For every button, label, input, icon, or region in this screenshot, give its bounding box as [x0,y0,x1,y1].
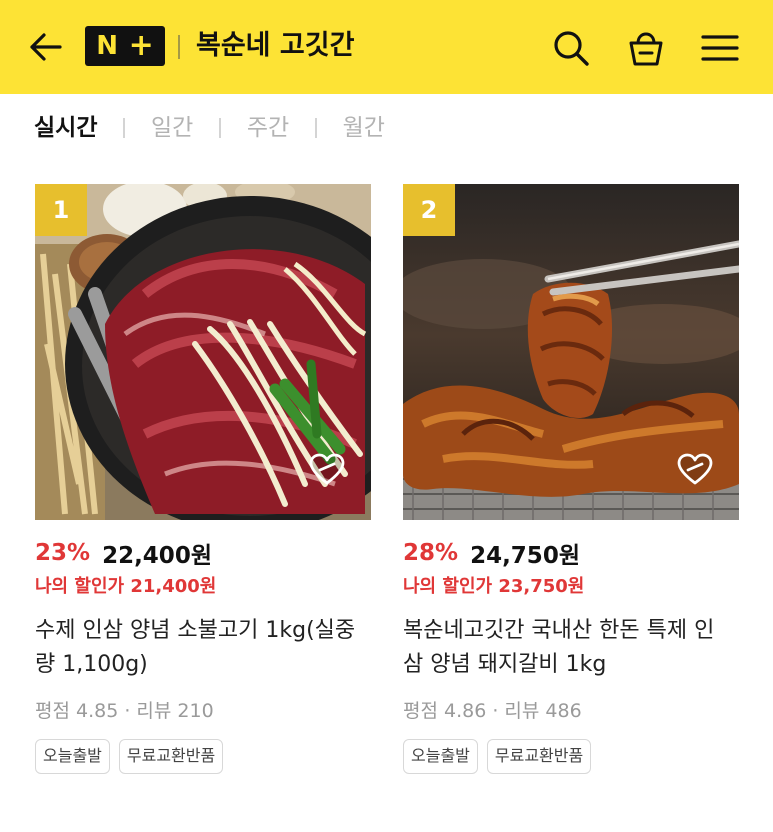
wishlist-button[interactable] [307,450,347,490]
badge-today-shipping: 오늘출발 [35,739,110,774]
tab-divider [123,118,125,138]
store-name[interactable]: 복순네 고깃간 [196,28,354,64]
product-card[interactable]: 2 28% 24,750원 나의 할인가 23,750원 복순네고깃간 국내산 … [403,184,739,774]
rank-badge: 1 [35,184,87,236]
shopping-bag-icon [629,32,663,66]
period-tabs: 실시간 일간 주간 월간 [34,108,385,148]
menu-button[interactable] [696,24,744,72]
search-button[interactable] [547,24,595,72]
logo-plus: + [128,28,154,63]
menu-icon [701,35,739,61]
sale-price: 22,400원 [102,543,212,569]
top-header: N + 복순네 고깃간 [0,0,773,94]
rank-badge: 2 [403,184,455,236]
heart-icon [309,453,345,485]
tab-monthly[interactable]: 월간 [343,108,385,148]
tab-divider [219,118,221,138]
naver-plus-logo[interactable]: N + [85,26,165,66]
back-arrow-icon [30,33,62,61]
badge-free-return: 무료교환반품 [118,739,224,774]
cart-button[interactable] [622,24,670,72]
product-title[interactable]: 수제 인삼 양념 소불고기 1kg(실중량 1,100g) [35,614,365,682]
my-discount-price: 나의 할인가 23,750원 [403,576,585,597]
tab-daily[interactable]: 일간 [151,108,193,148]
badge-today-shipping: 오늘출발 [403,739,478,774]
product-image[interactable]: 2 [403,184,739,520]
discount-rate: 28% [403,540,459,566]
sale-price: 24,750원 [470,543,580,569]
heart-icon [677,453,713,485]
discount-rate: 23% [35,540,91,566]
product-card[interactable]: 1 23% 22,400원 나의 할인가 21,400원 수제 인삼 양념 소불… [35,184,371,774]
tab-divider [315,118,317,138]
header-divider [178,35,180,59]
badge-list: 오늘출발 무료교환반품 [35,739,232,774]
my-discount-price: 나의 할인가 21,400원 [35,576,217,597]
search-icon [554,31,589,66]
tab-realtime[interactable]: 실시간 [34,108,97,148]
back-button[interactable] [22,24,68,70]
rating-review: 평점 4.86 · 리뷰 486 [403,700,582,722]
product-title[interactable]: 복순네고깃간 국내산 한돈 특제 인삼 양념 돼지갈비 1kg [403,614,733,682]
price-row: 28% 24,750원 [403,536,580,570]
badge-list: 오늘출발 무료교환반품 [403,739,600,774]
price-row: 23% 22,400원 [35,536,212,570]
logo-letter: N [96,31,119,61]
product-image[interactable]: 1 [35,184,371,520]
tab-weekly[interactable]: 주간 [247,108,289,148]
badge-free-return: 무료교환반품 [486,739,592,774]
wishlist-button[interactable] [675,450,715,490]
rating-review: 평점 4.85 · 리뷰 210 [35,700,214,722]
